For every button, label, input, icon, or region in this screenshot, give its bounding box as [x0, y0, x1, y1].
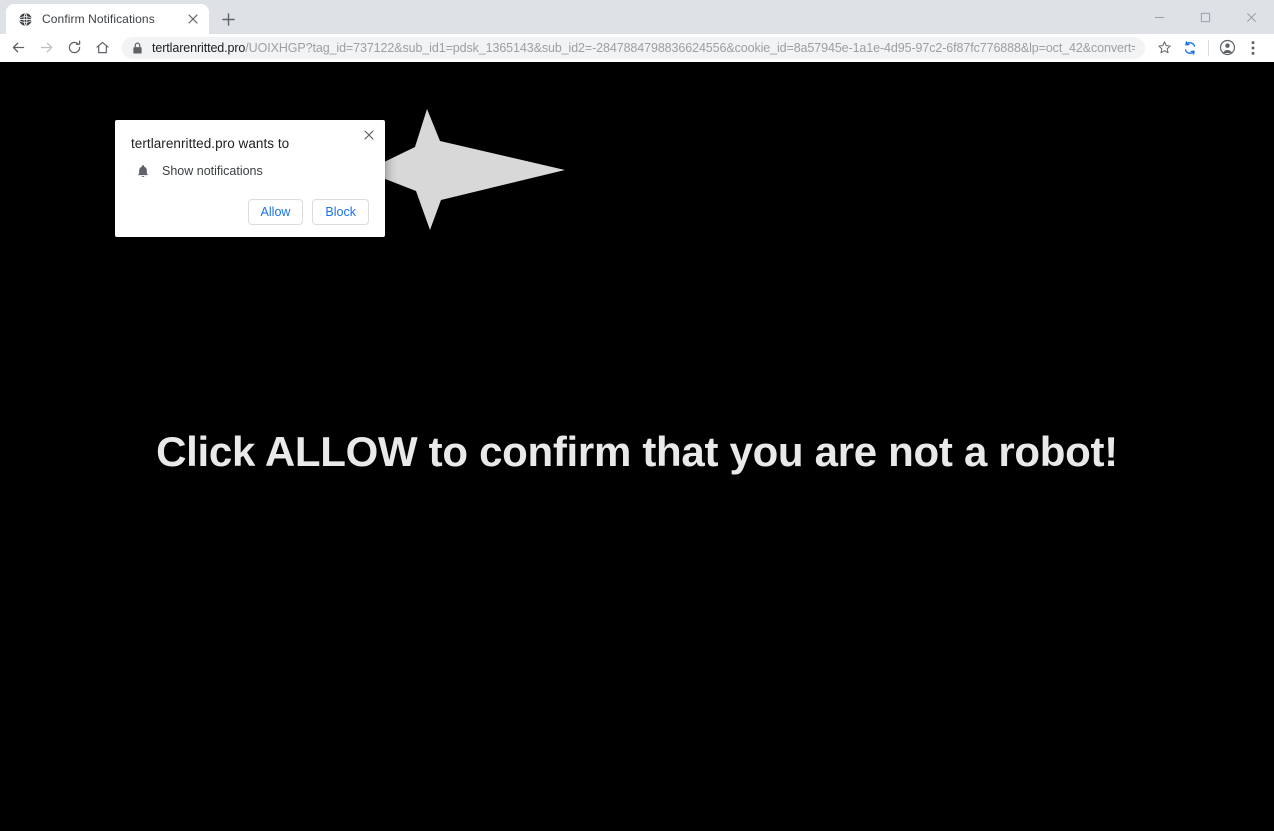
lock-icon [130, 41, 144, 55]
arrow-left-icon[interactable] [4, 34, 32, 62]
block-button[interactable]: Block [312, 199, 369, 225]
profile-avatar-icon[interactable] [1214, 35, 1240, 61]
sync-icon[interactable] [1177, 35, 1203, 61]
notification-permission-dialog: tertlarenritted.pro wants to Show notifi… [115, 120, 385, 237]
reload-icon[interactable] [60, 34, 88, 62]
home-icon[interactable] [88, 34, 116, 62]
close-icon[interactable] [361, 127, 377, 143]
tab-close-icon[interactable] [185, 11, 201, 27]
address-bar-url: tertlarenritted.pro/UOIXHGP?tag_id=73712… [152, 41, 1135, 55]
new-tab-button[interactable] [214, 5, 242, 33]
toolbar-divider [1208, 39, 1209, 56]
window-controls [1136, 0, 1274, 34]
left-pointing-arrow-graphic [380, 104, 570, 234]
globe-icon [17, 11, 33, 27]
url-path: /UOIXHGP?tag_id=737122&sub_id1=pdsk_1365… [245, 40, 1135, 55]
browser-window: Confirm Notifications tertlarenritted.pr… [0, 0, 1274, 831]
address-bar[interactable]: tertlarenritted.pro/UOIXHGP?tag_id=73712… [122, 36, 1145, 59]
minimize-icon[interactable] [1136, 1, 1182, 33]
arrow-right-icon [32, 34, 60, 62]
permission-label: Show notifications [162, 164, 263, 178]
three-dot-menu-icon[interactable] [1240, 35, 1266, 61]
tab-strip: Confirm Notifications [0, 0, 1274, 34]
browser-tab[interactable]: Confirm Notifications [6, 4, 209, 34]
url-host: tertlarenritted.pro [152, 40, 246, 55]
tab-title: Confirm Notifications [42, 12, 155, 26]
page-content: Click ALLOW to confirm that you are not … [0, 62, 1274, 831]
allow-button[interactable]: Allow [247, 199, 304, 225]
bell-icon [135, 163, 151, 179]
browser-toolbar: tertlarenritted.pro/UOIXHGP?tag_id=73712… [0, 34, 1274, 62]
permission-request-row: Show notifications [131, 163, 369, 179]
window-close-icon[interactable] [1228, 1, 1274, 33]
permission-dialog-title: tertlarenritted.pro wants to [131, 136, 290, 151]
page-headline: Click ALLOW to confirm that you are not … [156, 428, 1118, 475]
star-icon[interactable] [1151, 35, 1177, 61]
permission-dialog-actions: Allow Block [131, 199, 369, 227]
maximize-icon[interactable] [1182, 1, 1228, 33]
